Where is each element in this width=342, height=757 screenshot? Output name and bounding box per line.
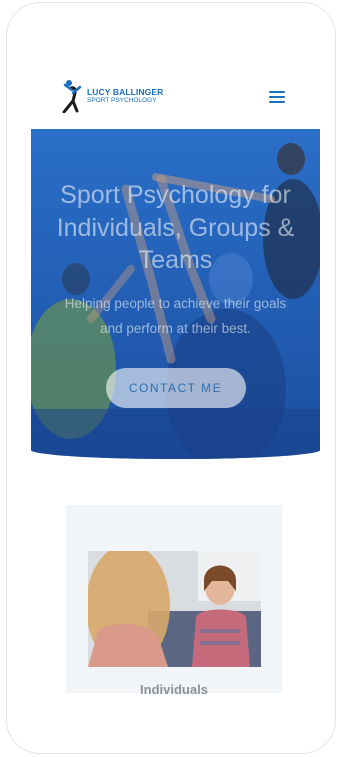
site-logo[interactable]: LUCY BALLINGER SPORT PSYCHOLOGY [62, 79, 163, 113]
individuals-photo [88, 551, 261, 667]
contact-me-button[interactable]: CONTACT ME [105, 367, 246, 408]
hero-section: Sport Psychology for Individuals, Groups… [31, 129, 320, 459]
logo-name: LUCY BALLINGER [87, 87, 164, 97]
logo-subtitle: SPORT PSYCHOLOGY [87, 96, 157, 104]
site-header: LUCY BALLINGER SPORT PSYCHOLOGY [7, 63, 335, 123]
hero-title: Sport Psychology for Individuals, Groups… [56, 181, 295, 274]
phone-frame: LUCY BALLINGER SPORT PSYCHOLOGY Sport Ps… [6, 2, 336, 754]
hero-subtitle: Helping people to achieve their goals an… [64, 295, 287, 337]
hamburger-menu-icon[interactable] [269, 91, 285, 103]
jumping-figure-logo-icon [62, 80, 82, 113]
service-card-individuals[interactable]: Individuals [66, 505, 282, 697]
card-label-individuals: Individuals [140, 682, 208, 697]
